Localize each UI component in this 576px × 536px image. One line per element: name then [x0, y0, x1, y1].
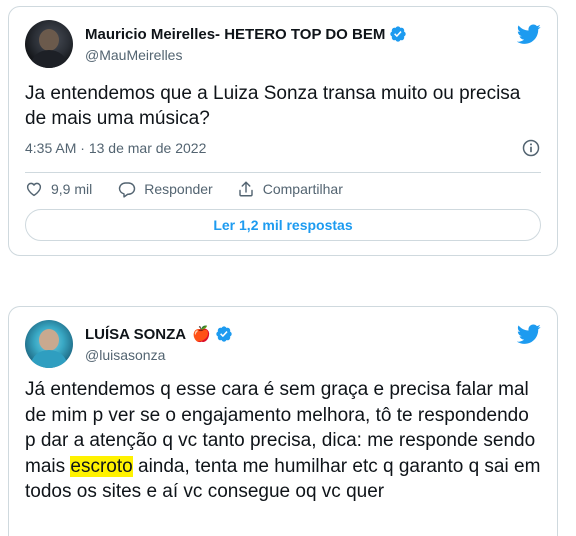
avatar-body	[31, 350, 67, 368]
heart-icon	[26, 182, 42, 197]
like-count: 9,9 mil	[51, 181, 93, 197]
share-icon	[239, 181, 253, 197]
avatar[interactable]	[25, 20, 73, 68]
author-name[interactable]: LUÍSA SONZA	[85, 326, 186, 343]
tweet-date: 13 de mar de 2022	[88, 140, 207, 156]
author-block: Mauricio Meirelles- HETERO TOP DO BEM @M…	[85, 24, 407, 63]
avatar-head	[39, 329, 59, 351]
name-row: Mauricio Meirelles- HETERO TOP DO BEM	[85, 24, 407, 44]
reply-button[interactable]: Responder	[118, 180, 213, 198]
reply-bubble-icon	[119, 182, 136, 198]
reply-label: Responder	[144, 181, 213, 197]
share-button[interactable]: Compartilhar	[237, 180, 343, 198]
author-name[interactable]: Mauricio Meirelles- HETERO TOP DO BEM	[85, 26, 385, 43]
author-handle[interactable]: @MauMeirelles	[85, 47, 407, 63]
author-handle[interactable]: @luisasonza	[85, 347, 233, 363]
read-replies-button[interactable]: Ler 1,2 mil respostas	[25, 209, 541, 241]
tweet-card: LUÍSA SONZA 🍎 @luisasonza Já entendemos …	[8, 306, 558, 536]
author-block: LUÍSA SONZA 🍎 @luisasonza	[85, 324, 233, 363]
info-icon[interactable]	[521, 138, 541, 158]
tweet-time: 4:35 AM	[25, 140, 77, 156]
verified-badge-icon	[390, 26, 407, 42]
highlighted-word: escroto	[70, 455, 133, 477]
tweet-card: Mauricio Meirelles- HETERO TOP DO BEM @M…	[8, 6, 558, 256]
apple-emoji: 🍎	[192, 326, 211, 343]
verified-badge-icon	[216, 326, 232, 342]
tweet-actions: 9,9 mil Responder Compartilhar	[25, 177, 541, 201]
twitter-bird-icon[interactable]	[517, 322, 541, 346]
share-label: Compartilhar	[262, 181, 343, 197]
avatar-body	[31, 50, 67, 68]
avatar[interactable]	[25, 320, 73, 368]
twitter-bird-icon[interactable]	[517, 22, 541, 46]
like-button[interactable]: 9,9 mil	[25, 180, 92, 198]
avatar-head	[39, 29, 59, 51]
tweet-text: Ja entendemos que a Luiza Sonza transa m…	[25, 83, 521, 129]
tweet-header: Mauricio Meirelles- HETERO TOP DO BEM @M…	[25, 20, 541, 70]
name-row: LUÍSA SONZA 🍎	[85, 324, 233, 344]
meta-separator: ·	[76, 140, 89, 156]
tweet-text: Já entendemos q esse cara é sem graça e …	[25, 377, 541, 505]
tweet-header: LUÍSA SONZA 🍎 @luisasonza	[25, 320, 541, 370]
tweet-timestamp[interactable]: 4:35 AM · 13 de mar de 2022	[25, 138, 541, 158]
divider	[25, 172, 541, 173]
